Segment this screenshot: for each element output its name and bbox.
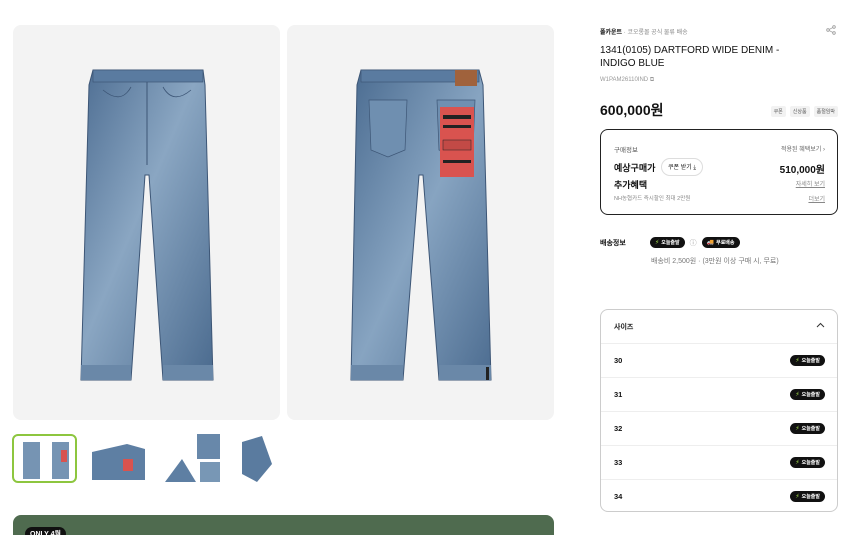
today-ship-badge: ⚡ 오늘출발 <box>790 423 825 434</box>
size-value: 32 <box>614 424 623 433</box>
thumbnail-3[interactable] <box>162 434 227 483</box>
copy-icon[interactable]: ⧉ <box>650 77 654 83</box>
today-ship-badge: ⚡ 오늘출발 <box>790 491 825 502</box>
bolt-icon: ⚡ <box>795 392 800 398</box>
extra-benefit-label: 추가혜택 <box>614 180 648 190</box>
benefit-link[interactable]: 적용된 혜택보기 › <box>781 144 825 153</box>
size-option-31[interactable]: 31 ⚡ 오늘출발 <box>601 378 837 412</box>
promo-tag: ONLY 4월 <box>25 527 66 535</box>
thumbnail-2[interactable] <box>87 434 152 483</box>
size-value: 33 <box>614 458 623 467</box>
product-image-back[interactable] <box>287 25 554 420</box>
product-tags: 쿠폰 신상품 품절임박 <box>770 106 838 117</box>
detail-link[interactable]: 자세히 보기 <box>796 179 825 188</box>
product-title: 1341(0105) DARTFORD WIDE DENIM - INDIGO … <box>600 45 780 69</box>
product-image-front[interactable] <box>13 25 280 420</box>
thumb-jeans-closeup <box>242 436 272 482</box>
bolt-icon: ⚡ <box>655 240 660 246</box>
chevron-up-icon <box>816 320 825 330</box>
today-ship-badge: ⚡ 오늘출발 <box>650 237 685 248</box>
shipping-badges: ⚡ 오늘출발 ⓘ 🚚 무료배송 <box>650 237 740 248</box>
product-code: W1PAM26110IND ⧉ <box>600 77 655 83</box>
size-option-34[interactable]: 34 ⚡ 오늘출발 <box>601 480 837 511</box>
thumbnail-4[interactable] <box>237 434 302 483</box>
thumbnail-1[interactable] <box>12 434 77 483</box>
product-price: 600,000원 <box>600 102 664 118</box>
today-ship-badge: ⚡ 오늘출발 <box>790 389 825 400</box>
size-header-label: 사이즈 <box>614 324 634 331</box>
bolt-icon: ⚡ <box>795 426 800 432</box>
size-selector: 사이즈 30 ⚡ 오늘출발 31 ⚡ 오늘출발 32 ⚡ 오늘출발 33 ⚡ 오늘출발 … <box>600 309 838 512</box>
estimated-price: 510,000원 <box>779 165 825 176</box>
info-icon[interactable]: ⓘ <box>690 238 697 248</box>
size-value: 30 <box>614 356 623 365</box>
bolt-icon: ⚡ <box>795 358 800 364</box>
bolt-icon: ⚡ <box>795 460 800 466</box>
brand-row: 폴카운트 · 코오롱몰 공식 물류 배송 <box>600 25 838 37</box>
tag-soldout-soon: 품절임박 <box>813 106 838 117</box>
size-value: 34 <box>614 492 623 501</box>
purchase-info-box: 구매정보 적용된 혜택보기 › 예상구매가 쿠폰 받기 ⤓ 510,000원 추… <box>600 129 838 215</box>
size-value: 31 <box>614 390 623 399</box>
card-discount-note: NH농협카드 즉시할인 최대 2만원 <box>614 196 691 202</box>
brand-name[interactable]: 폴카운트 <box>600 30 622 36</box>
brand-note: 코오롱몰 공식 물류 배송 <box>627 30 688 36</box>
bolt-icon: ⚡ <box>795 494 800 500</box>
shipping-label: 배송정보 <box>600 240 626 247</box>
thumb-jeans-detail <box>165 434 220 482</box>
coupon-download-button[interactable]: 쿠폰 받기 ⤓ <box>661 158 704 176</box>
thumb-jeans-folded <box>92 444 145 480</box>
more-link[interactable]: 더보기 <box>808 194 825 203</box>
shipping-fee: 배송비 2,500원 · (3만원 이상 구매 시, 무료) <box>651 258 779 265</box>
thumbnail-strip <box>12 434 302 483</box>
today-ship-badge: ⚡ 오늘출발 <box>790 355 825 366</box>
free-ship-badge: 🚚 무료배송 <box>701 237 740 248</box>
today-ship-badge: ⚡ 오늘출발 <box>790 457 825 468</box>
truck-icon: 🚚 <box>706 240 715 246</box>
jeans-front-illustration <box>80 69 214 381</box>
share-icon[interactable] <box>826 25 836 37</box>
tag-new: 신상품 <box>789 106 810 117</box>
promo-banner[interactable]: ONLY 4월 <box>13 515 554 535</box>
tag-coupon: 쿠폰 <box>770 106 786 117</box>
estimated-price-label: 예상구매가 <box>614 163 656 173</box>
thumb-jeans-pair <box>23 442 69 479</box>
size-selector-header[interactable]: 사이즈 <box>601 310 837 344</box>
size-option-30[interactable]: 30 ⚡ 오늘출발 <box>601 344 837 378</box>
size-option-32[interactable]: 32 ⚡ 오늘출발 <box>601 412 837 446</box>
jeans-back-illustration <box>350 69 492 381</box>
purchase-info-label: 구매정보 <box>614 147 638 154</box>
size-option-33[interactable]: 33 ⚡ 오늘출발 <box>601 446 837 480</box>
